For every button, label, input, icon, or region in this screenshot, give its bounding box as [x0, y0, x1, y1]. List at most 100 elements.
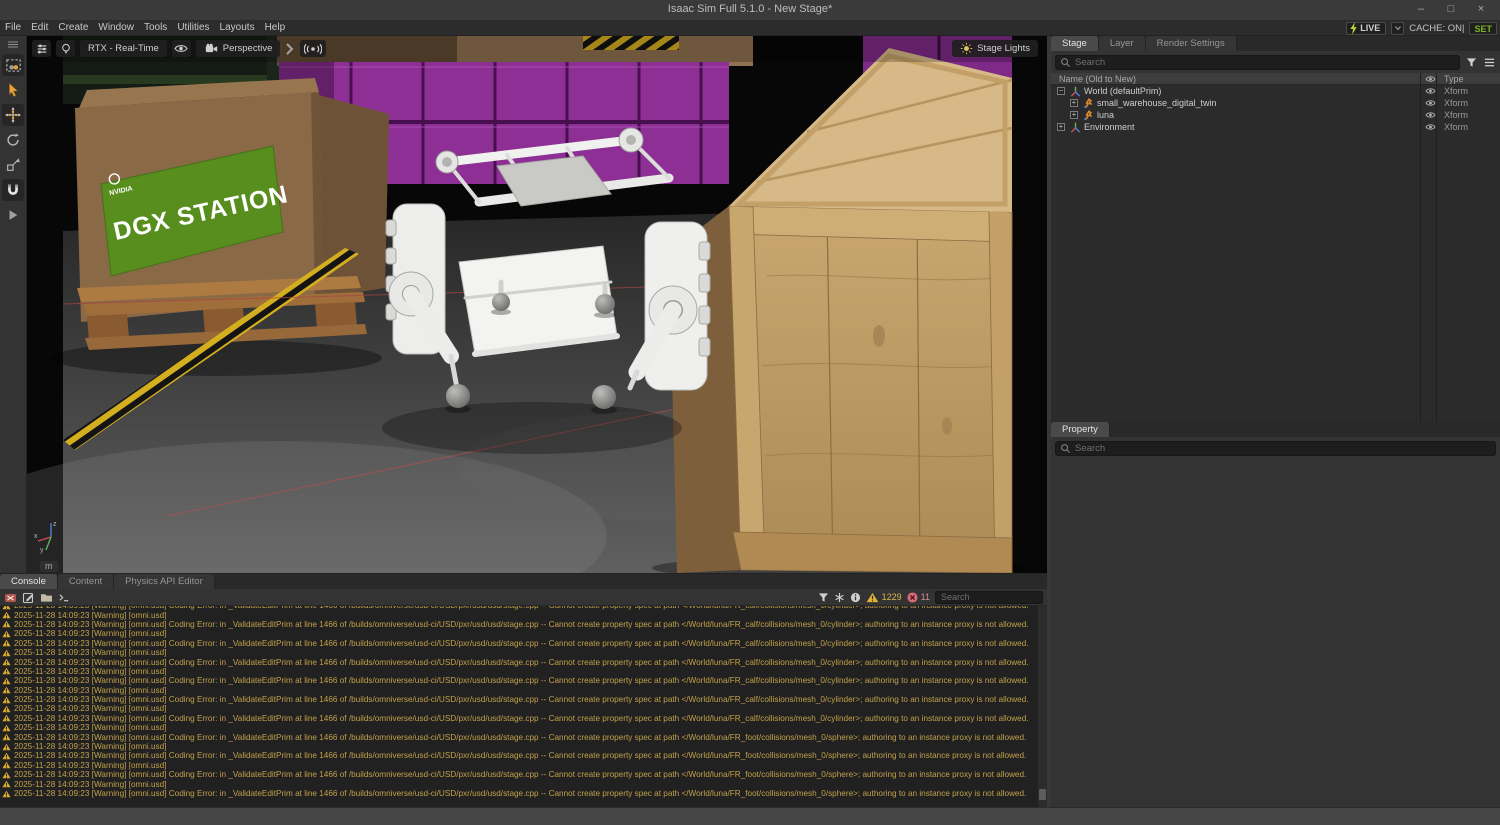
expander-toggle[interactable]: − [1057, 87, 1065, 95]
cursor-select-tool[interactable] [2, 79, 24, 101]
search-placeholder: Search [1075, 443, 1105, 454]
lightning-icon [1349, 22, 1358, 35]
camera-selector[interactable]: Perspective [196, 40, 281, 57]
snap-tool[interactable] [2, 179, 24, 201]
tab-stage[interactable]: Stage [1051, 36, 1099, 51]
menu-tools[interactable]: Tools [139, 20, 172, 36]
prim-name: small_warehouse_digital_twin [1097, 98, 1217, 108]
magnet-icon [5, 182, 21, 198]
log-text: 2025-11-28 14:09:23 [Warning] [omni.usd] [14, 667, 166, 676]
console-search-input[interactable]: Search [935, 591, 1043, 604]
tab-render-settings[interactable]: Render Settings [1146, 36, 1237, 51]
name-cell: + small_warehouse_digital_twin [1051, 98, 1422, 109]
viewport[interactable]: NVIDIA DGX STATION [27, 36, 1047, 573]
broadcast-button[interactable] [300, 40, 326, 57]
warning-count: 1229 [882, 592, 902, 602]
warning-icon [2, 620, 11, 628]
tab-layer[interactable]: Layer [1099, 36, 1146, 51]
render-mode-button[interactable] [56, 40, 75, 57]
warning-count-badge[interactable]: 1229 [866, 592, 902, 603]
viewport-menu-button[interactable] [32, 40, 51, 57]
renderer-selector[interactable]: RTX - Real-Time [80, 40, 167, 57]
info-filter-icon[interactable] [850, 592, 861, 603]
move-tool[interactable] [2, 104, 24, 126]
terminal-toggle-icon[interactable] [58, 592, 71, 603]
select-mode-tool[interactable] [2, 54, 24, 76]
menu-layouts[interactable]: Layouts [215, 20, 260, 36]
clear-filters-icon[interactable] [834, 592, 845, 603]
warning-icon [2, 724, 11, 732]
minimize-button[interactable]: – [1408, 0, 1434, 20]
menu-help[interactable]: Help [260, 20, 291, 36]
live-button[interactable]: LIVE [1346, 22, 1386, 35]
visibility-button[interactable] [172, 40, 191, 57]
console-log[interactable]: 2025-11-28 14:09:23 [Warning] [omni.usd]… [0, 606, 1047, 807]
open-log-folder-icon[interactable] [40, 592, 53, 603]
search-icon [1060, 57, 1071, 68]
tree-row-world-defaultprim-[interactable]: −World (defaultPrim)Xform [1051, 85, 1500, 97]
menu-utilities[interactable]: Utilities [172, 20, 214, 36]
log-text: 2025-11-28 14:09:23 [Warning] [omni.usd]… [14, 714, 1029, 723]
tab-physics-api-editor[interactable]: Physics API Editor [114, 574, 215, 589]
tree-row-environment[interactable]: +EnvironmentXform [1051, 121, 1500, 133]
console-log-line: 2025-11-28 14:09:23 [Warning] [omni.usd] [2, 723, 1047, 732]
menubar: FileEditCreateWindowToolsUtilitiesLayout… [0, 20, 1500, 36]
filter-icon[interactable] [1464, 55, 1478, 69]
options-icon[interactable] [1482, 55, 1496, 69]
axis-z-label: z [53, 521, 57, 528]
menu-edit[interactable]: Edit [26, 20, 53, 36]
stage-panel-tabs: StageLayerRender Settings [1051, 36, 1500, 51]
scrollbar-handle[interactable] [1039, 789, 1046, 800]
axis-x-label: x [34, 533, 38, 540]
expander-toggle[interactable]: + [1057, 123, 1065, 131]
live-dropdown[interactable] [1391, 22, 1404, 35]
chevron-right-icon[interactable] [285, 41, 295, 57]
type-column-header[interactable]: Type [1438, 74, 1500, 84]
unit-indicator: m [40, 561, 58, 572]
stage-lights-button[interactable]: Stage Lights [952, 40, 1038, 57]
menu-file[interactable]: File [0, 20, 26, 36]
axis-y-label: y [40, 547, 44, 554]
console-scrollbar[interactable] [1038, 606, 1047, 807]
maximize-button[interactable]: □ [1438, 0, 1464, 20]
edit-log-icon[interactable] [22, 591, 35, 604]
warning-icon [2, 686, 11, 694]
filter-log-icon[interactable] [818, 592, 829, 603]
property-search-input[interactable]: Search [1055, 441, 1496, 456]
console-log-line: 2025-11-28 14:09:23 [Warning] [omni.usd] [2, 610, 1047, 619]
left-toolbar [0, 36, 27, 573]
scale-tool[interactable] [2, 154, 24, 176]
tab-property[interactable]: Property [1051, 422, 1110, 437]
name-cell: −World (defaultPrim) [1051, 86, 1422, 97]
tab-console[interactable]: Console [0, 574, 58, 589]
warning-icon [2, 639, 11, 647]
menu-create[interactable]: Create [53, 20, 93, 36]
warning-icon [2, 630, 11, 638]
tree-row-luna[interactable]: +lunaXform [1051, 109, 1500, 121]
window-controls: – □ × [1408, 0, 1494, 20]
expander-toggle[interactable]: + [1070, 99, 1078, 107]
tab-content[interactable]: Content [58, 574, 114, 589]
property-panel-tabs: Property [1051, 422, 1500, 437]
log-text: 2025-11-28 14:09:23 [Warning] [omni.usd] [14, 686, 166, 695]
menu-window[interactable]: Window [93, 20, 139, 36]
cache-status: CACHE: ON| [1409, 23, 1464, 34]
toolbar-grip[interactable] [2, 39, 24, 51]
stage-search-input[interactable]: Search [1055, 55, 1460, 70]
play-button[interactable] [2, 204, 24, 226]
selectBox-icon [5, 57, 22, 74]
expander-toggle[interactable]: + [1070, 111, 1078, 119]
tree-row-small-warehouse-digital-twin[interactable]: +small_warehouse_digital_twinXform [1051, 97, 1500, 109]
error-icon [907, 592, 918, 603]
log-text: 2025-11-28 14:09:23 [Warning] [omni.usd] [14, 611, 166, 620]
name-column-header[interactable]: Name (Old to New) [1051, 74, 1422, 84]
clear-console-icon[interactable] [4, 591, 17, 604]
cursor-icon [5, 82, 21, 98]
viewport-scene[interactable]: NVIDIA DGX STATION [27, 36, 1047, 573]
set-button[interactable]: SET [1469, 22, 1497, 35]
viewport-toolbar: RTX - Real-Time Perspective [32, 40, 326, 57]
error-count-badge[interactable]: 11 [907, 592, 930, 603]
rotate-tool[interactable] [2, 129, 24, 151]
close-button[interactable]: × [1468, 0, 1494, 20]
stage-tree-header[interactable]: Name (Old to New) Type [1051, 73, 1500, 85]
